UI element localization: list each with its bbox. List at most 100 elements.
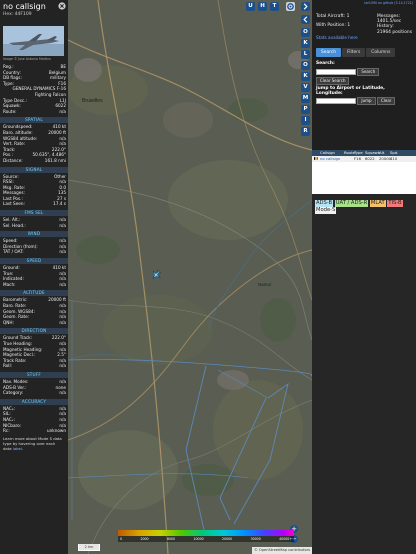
info-value: 161.8 nmi bbox=[44, 157, 66, 163]
info-value: n/a bbox=[59, 390, 66, 396]
app-root: no callsign Hex: 44F109 Image © Jose Ant… bbox=[0, 0, 416, 554]
jump-label: Jump to Airport or Latitude, Longitude: bbox=[316, 85, 385, 96]
map-button-u[interactable]: U bbox=[246, 2, 255, 11]
altitude-label: 6000 bbox=[166, 537, 176, 541]
chevron-right-icon[interactable] bbox=[301, 2, 310, 11]
help-link[interactable]: label bbox=[13, 446, 22, 451]
clear-search-button[interactable]: Clear Search bbox=[316, 76, 350, 85]
altitude-label: 10000 bbox=[193, 537, 204, 541]
close-icon[interactable] bbox=[58, 2, 66, 10]
map-button-t[interactable]: T bbox=[270, 2, 279, 11]
info-key: Rc: bbox=[3, 428, 10, 434]
section-header: FMS SEL bbox=[0, 210, 68, 217]
info-key: Category: bbox=[3, 390, 24, 396]
info-value: n/a bbox=[59, 249, 66, 255]
section-header: SIGNAL bbox=[0, 166, 68, 173]
info-row: Mach: n/a bbox=[0, 282, 68, 288]
info-row: Route: n/a bbox=[0, 109, 68, 115]
tab-columns[interactable]: Columns bbox=[366, 47, 396, 57]
map-attribution[interactable]: © OpenStreetMap contributors bbox=[252, 547, 312, 554]
chevron-left-icon[interactable] bbox=[301, 15, 310, 24]
stats-link[interactable]: Stats available here bbox=[312, 35, 416, 40]
legend-tisb: TIS-B bbox=[387, 200, 403, 207]
legend-mlat: MLAT bbox=[369, 200, 386, 207]
tab-search[interactable]: Search bbox=[316, 47, 342, 57]
map-side-button[interactable]: O bbox=[301, 28, 310, 37]
info-value: 17.4 s bbox=[53, 201, 66, 207]
jump-input[interactable] bbox=[316, 97, 356, 104]
altitude-label: 30000 bbox=[250, 537, 261, 541]
callsign-title: no callsign bbox=[3, 2, 46, 11]
info-main-rows: Reg.: BE Country: Belgium DB flags: military T… bbox=[0, 64, 68, 114]
search-label: Search: bbox=[316, 60, 335, 66]
sidebar-top: tar1090 on github (3.14.1721) Total Airc… bbox=[312, 0, 416, 150]
jump-button[interactable]: Jump bbox=[357, 96, 376, 105]
altitude-legend: 0 2000 6000 10000 20000 30000 40000+ bbox=[118, 530, 294, 543]
info-value: unknown bbox=[46, 428, 66, 434]
search-input[interactable] bbox=[316, 68, 356, 75]
altitude-labels: 0 2000 6000 10000 20000 30000 40000+ bbox=[118, 536, 294, 542]
legend-mode-s: Mode-S bbox=[315, 207, 337, 214]
info-sections: SPATIAL Groundspeed: 410 kt Baro. altitude:… bbox=[0, 117, 68, 433]
info-value: n/a bbox=[59, 222, 66, 228]
map-side-button[interactable]: L bbox=[301, 50, 310, 59]
sidebar-tabs: Search Filters Columns bbox=[316, 47, 412, 57]
map-side-button[interactable]: M bbox=[301, 94, 310, 103]
map-button-h[interactable]: H bbox=[258, 2, 267, 11]
map-side-button[interactable]: O bbox=[301, 61, 310, 70]
tab-filters[interactable]: Filters bbox=[342, 47, 366, 57]
info-key: QNH: bbox=[3, 319, 14, 325]
altitude-label: 2000 bbox=[140, 537, 149, 541]
table-row[interactable]: no callsign F16 6022 20000 410 bbox=[312, 156, 416, 162]
settings-gear-icon[interactable] bbox=[286, 2, 295, 11]
map-side-button[interactable]: K bbox=[301, 72, 310, 81]
hex-id: Hex: 44F109 bbox=[3, 12, 32, 17]
table-cell: no callsign bbox=[320, 156, 341, 161]
aircraft-info-panel: no callsign Hex: 44F109 Image © Jose Ant… bbox=[0, 0, 68, 554]
info-value: n/a bbox=[59, 281, 66, 287]
search-panel: Search: Search Clear Search Jump to Airp… bbox=[312, 57, 416, 105]
mode-s-help-note: Learn more about Mode S data type by hov… bbox=[3, 435, 62, 451]
section-header: DIRECTION bbox=[0, 328, 68, 335]
map-side-button[interactable]: V bbox=[301, 83, 310, 92]
map-side-button[interactable]: K bbox=[301, 39, 310, 48]
altitude-label: 0 bbox=[120, 537, 123, 541]
place-label: Namur bbox=[258, 282, 272, 287]
map-side-button[interactable]: P bbox=[301, 105, 310, 114]
source-legend: ADS-B UAT / ADS-R MLAT TIS-B Mode-S bbox=[312, 194, 416, 214]
clear-jump-button[interactable]: Clear bbox=[376, 96, 396, 105]
info-key: Distance: bbox=[3, 157, 23, 163]
search-button[interactable]: Search bbox=[357, 67, 380, 76]
section-header: WIND bbox=[0, 231, 68, 238]
info-row: Distance: 161.8 nmi bbox=[0, 158, 68, 164]
info-key: Sel. Head.: bbox=[3, 222, 26, 228]
right-sidebar: tar1090 on github (3.14.1721) Total Airc… bbox=[312, 0, 416, 554]
section-header: SPATIAL bbox=[0, 117, 68, 124]
map-side-button[interactable]: I bbox=[301, 116, 310, 125]
aircraft-marker-icon[interactable] bbox=[151, 270, 161, 280]
history-value: 21964 positions bbox=[376, 29, 412, 35]
info-row: QNH: n/a bbox=[0, 320, 68, 326]
total-aircraft: Total Aircraft: 1 bbox=[316, 14, 350, 19]
info-key: TAT / OAT: bbox=[3, 249, 24, 255]
info-header: no callsign Hex: 44F109 bbox=[0, 0, 68, 20]
photo-credit: Image © Jose Antonio Martins bbox=[3, 57, 51, 61]
info-row: Last Seen: 17.4 s bbox=[0, 201, 68, 207]
map-tiles[interactable]: Bruxelles Namur bbox=[68, 0, 312, 554]
info-row: Roll: n/a bbox=[0, 363, 68, 369]
place-label: Bruxelles bbox=[82, 98, 103, 104]
info-value: n/a bbox=[59, 108, 66, 114]
info-row: Sel. Head.: n/a bbox=[0, 223, 68, 229]
flag-icon bbox=[314, 156, 318, 162]
info-row: TAT / OAT: n/a bbox=[0, 249, 68, 255]
map-scale: 2 km bbox=[78, 544, 100, 551]
table-cell: F16 bbox=[354, 156, 362, 161]
map-side-button[interactable]: R bbox=[301, 127, 310, 136]
section-header: ALTITUDE bbox=[0, 290, 68, 297]
stats-block: Total Aircraft: 1 With Position: 1 Messa… bbox=[312, 6, 416, 35]
info-value: n/a bbox=[59, 319, 66, 325]
table-cell: 20000 bbox=[379, 156, 392, 161]
aircraft-photo[interactable] bbox=[3, 26, 64, 56]
map-view[interactable]: Bruxelles Namur U H T OKLOKVMPIR + − 2 k… bbox=[68, 0, 312, 554]
info-row: Category: n/a bbox=[0, 390, 68, 396]
